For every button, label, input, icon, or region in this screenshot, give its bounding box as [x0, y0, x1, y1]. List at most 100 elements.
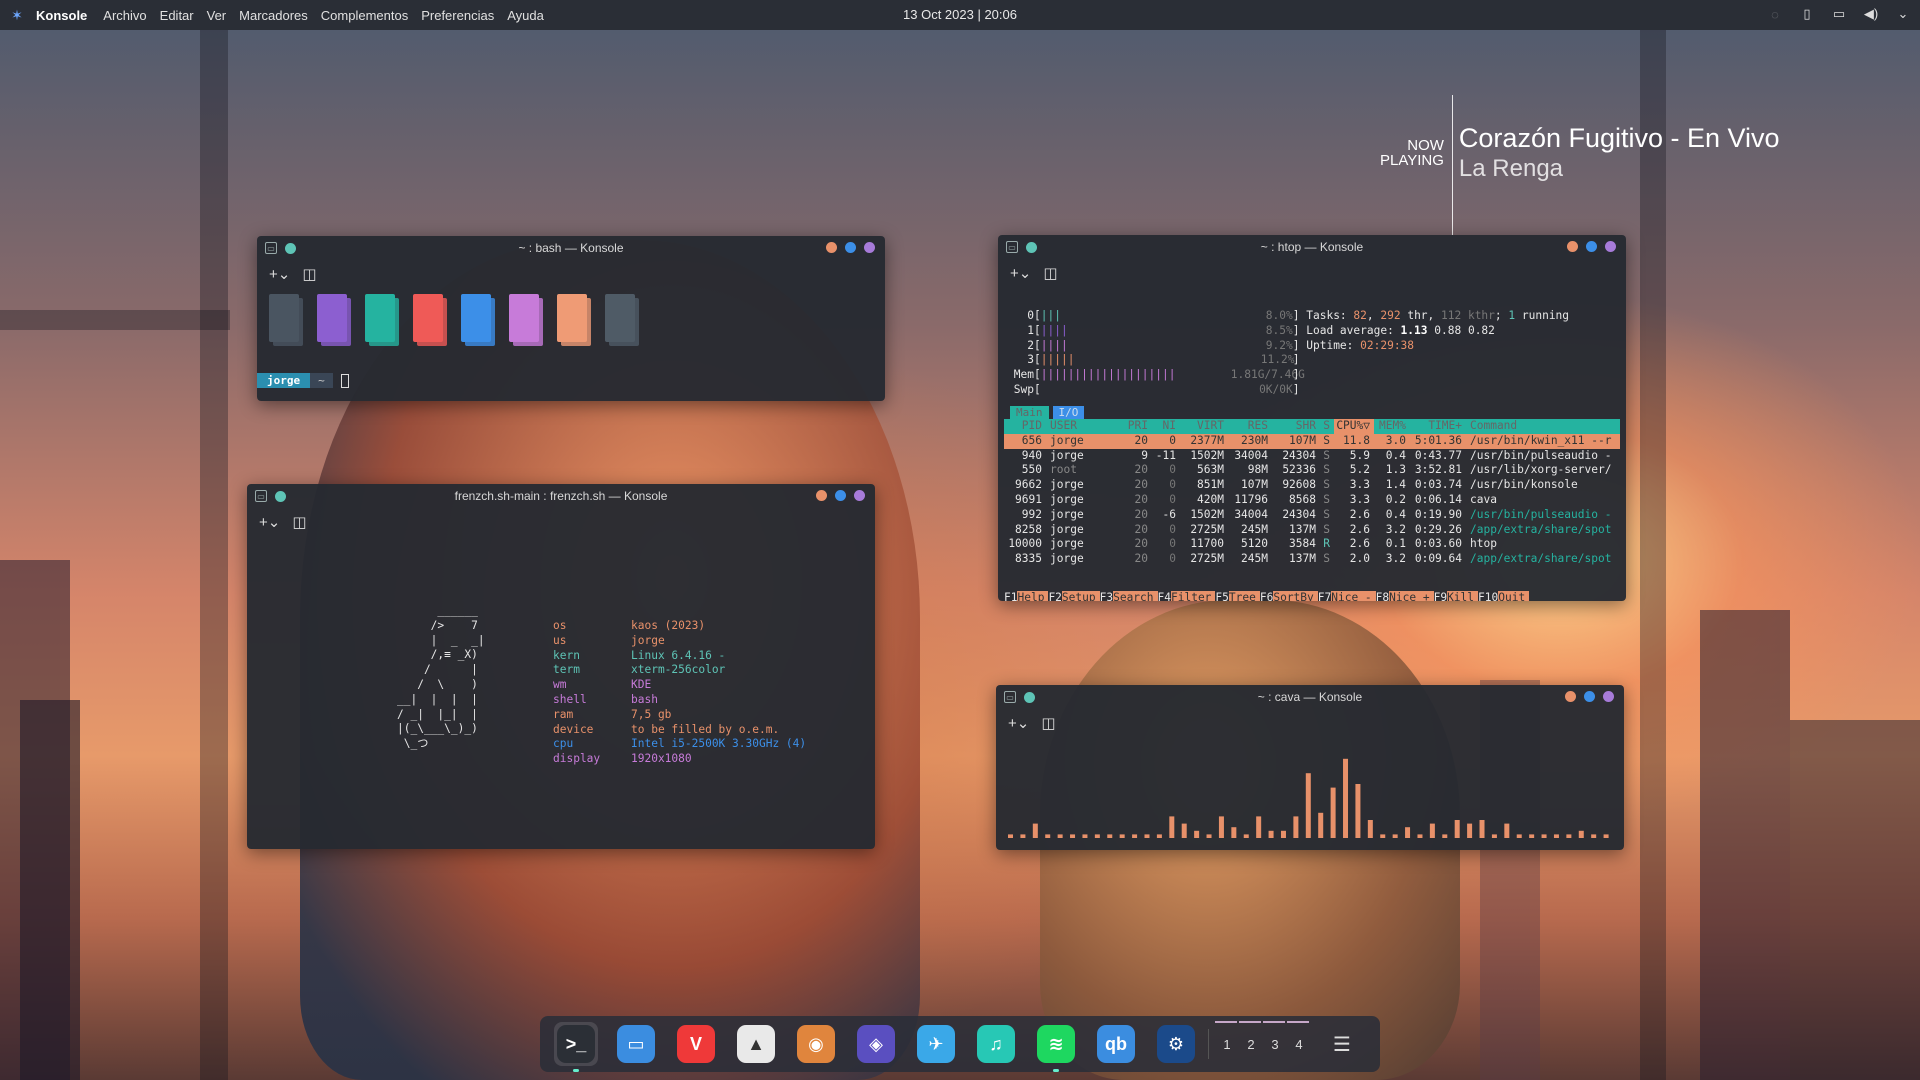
fkey-f6[interactable]: F6SortBy — [1260, 591, 1318, 601]
htop-window[interactable]: ▭ ~ : htop — Konsole +⌄ ◫ 0[||| 8.0%] Tas… — [998, 235, 1626, 601]
clipboard-icon[interactable]: ▯ — [1798, 5, 1816, 23]
network-icon[interactable]: ▭ — [1830, 5, 1848, 23]
window-titlebar[interactable]: ▭ ~ : bash — Konsole — [257, 236, 885, 260]
new-tab-icon[interactable]: +⌄ — [259, 513, 280, 531]
music-launcher[interactable]: ♫ — [974, 1022, 1018, 1066]
window-titlebar[interactable]: ▭ ~ : cava — Konsole — [996, 685, 1624, 709]
menu-complementos[interactable]: Complementos — [321, 8, 408, 23]
minimize-button[interactable] — [1567, 241, 1578, 252]
column-header[interactable]: S — [1320, 419, 1334, 434]
vivaldi-launcher[interactable]: V — [674, 1022, 718, 1066]
app-menu-icon[interactable]: ☰ — [1333, 1032, 1351, 1057]
new-tab-icon[interactable]: +⌄ — [1008, 714, 1029, 732]
column-header[interactable]: PRI — [1116, 419, 1152, 434]
table-row[interactable]: 10000 jorge 20 0 11700 5120 3584 R 2.6 0.1 0:03.60… — [1004, 537, 1620, 552]
tab-main[interactable]: Main — [1010, 406, 1049, 419]
minimize-button[interactable] — [826, 242, 837, 253]
menu-ver[interactable]: Ver — [207, 8, 227, 23]
fkey-f8[interactable]: F8Nice + — [1376, 591, 1434, 601]
column-header[interactable]: TIME+ — [1410, 419, 1466, 434]
inkscape-launcher[interactable]: ▲ — [734, 1022, 778, 1066]
column-header[interactable]: RES — [1228, 419, 1272, 434]
table-row[interactable]: 550 root 20 0 563M 98M 52336 S 5.2 1.3 3:52.81/usr… — [1004, 463, 1620, 478]
vault-icon[interactable]: ◌ — [1766, 5, 1784, 23]
column-header[interactable]: Command — [1466, 419, 1620, 434]
split-view-icon[interactable]: ◫ — [292, 513, 306, 531]
bash-window[interactable]: ▭ ~ : bash — Konsole +⌄ ◫ jorge ~ — [257, 236, 885, 401]
volume-icon[interactable]: ◀) — [1862, 5, 1880, 23]
gimp-launcher[interactable]: ◉ — [794, 1022, 838, 1066]
telegram-launcher[interactable]: ✈ — [914, 1022, 958, 1066]
chevron-down-icon[interactable]: ⌄ — [1894, 5, 1912, 23]
split-view-icon[interactable]: ◫ — [1041, 714, 1055, 732]
kaos-logo-icon[interactable]: ✶ — [8, 6, 26, 24]
privacy-launcher[interactable]: ◈ — [854, 1022, 898, 1066]
workspace-1[interactable]: 1 — [1215, 1020, 1237, 1052]
maximize-button[interactable] — [1584, 691, 1595, 702]
table-row[interactable]: 992 jorge 20 -6 1502M 34004 24304 S 2.6 0.4 0:19.9… — [1004, 508, 1620, 523]
column-header[interactable]: VIRT — [1180, 419, 1228, 434]
qbittorrent-launcher[interactable]: qb — [1094, 1022, 1138, 1066]
visualizer-bar — [1516, 834, 1522, 838]
new-tab-icon[interactable]: +⌄ — [269, 265, 290, 283]
close-button[interactable] — [1603, 691, 1614, 702]
fkey-f9[interactable]: F9Kill — [1434, 591, 1479, 601]
table-cell: 3.3 — [1349, 492, 1370, 506]
table-row[interactable]: 9691 jorge 20 0 420M 11796 8568 S 3.3 0.2 0:06.14 c… — [1004, 493, 1620, 508]
column-header[interactable]: MEM% — [1374, 419, 1410, 434]
column-header[interactable]: USER — [1046, 419, 1116, 434]
menu-editar[interactable]: Editar — [160, 8, 194, 23]
menu-ayuda[interactable]: Ayuda — [507, 8, 544, 23]
minimize-button[interactable] — [1565, 691, 1576, 702]
table-cell: 98M — [1247, 463, 1268, 477]
window-titlebar[interactable]: ▭ ~ : htop — Konsole — [998, 235, 1626, 259]
color-swatch — [317, 294, 351, 346]
table-row[interactable]: 8258 jorge 20 0 2725M 245M 137M S 2.6 3.2 0:29.26 /… — [1004, 523, 1620, 538]
menu-marcadores[interactable]: Marcadores — [239, 8, 308, 23]
minimize-button[interactable] — [816, 490, 827, 501]
new-tab-icon[interactable]: +⌄ — [1010, 264, 1031, 282]
column-header[interactable]: NI — [1152, 419, 1180, 434]
split-view-icon[interactable]: ◫ — [302, 265, 316, 283]
table-row[interactable]: 8335 jorge 20 0 2725M 245M 137M S 2.0 3.2 0:09.64 /… — [1004, 552, 1620, 567]
shell-prompt[interactable]: jorge ~ — [257, 373, 349, 388]
column-header[interactable]: PID — [1004, 419, 1046, 434]
fkey-f1[interactable]: F1Help — [1004, 591, 1049, 601]
column-header[interactable]: CPU%▽ — [1334, 419, 1374, 434]
fkey-f7[interactable]: F7Nice - — [1318, 591, 1376, 601]
fkey-f3[interactable]: F3Search — [1100, 591, 1158, 601]
workspace-3[interactable]: 3 — [1263, 1020, 1285, 1052]
files-launcher[interactable]: ▭ — [614, 1022, 658, 1066]
table-cell: 0:29.26 — [1414, 522, 1462, 536]
steam-launcher[interactable]: ⚙ — [1154, 1022, 1198, 1066]
maximize-button[interactable] — [845, 242, 856, 253]
fkey-f4[interactable]: F4Filter — [1158, 591, 1216, 601]
table-cell: 0 — [1169, 552, 1176, 566]
split-view-icon[interactable]: ◫ — [1043, 264, 1057, 282]
fkey-f10[interactable]: F10Quit — [1478, 591, 1530, 601]
neofetch-window[interactable]: ▭ frenzch.sh-main : frenzch.sh — Konsole… — [247, 484, 875, 849]
table-row[interactable]: 9662 jorge 20 0 851M 107M 92608 S 3.3 1.4 0:03.74 /… — [1004, 478, 1620, 493]
spotify-launcher[interactable]: ≋ — [1034, 1022, 1078, 1072]
table-row[interactable]: 940 jorge 9 -11 1502M 34004 24304 S 5.9 0.4 0:43.7… — [1004, 449, 1620, 464]
menu-archivo[interactable]: Archivo — [103, 8, 146, 23]
window-titlebar[interactable]: ▭ frenzch.sh-main : frenzch.sh — Konsole — [247, 484, 875, 508]
close-button[interactable] — [1605, 241, 1616, 252]
fkey-f5[interactable]: F5Tree — [1215, 591, 1260, 601]
table-cell: S — [1323, 433, 1330, 447]
now-playing-label: NOW PLAYING — [1380, 137, 1444, 169]
tab-io[interactable]: I/O — [1052, 406, 1085, 419]
close-button[interactable] — [864, 242, 875, 253]
table-cell: -6 — [1162, 507, 1176, 521]
cava-window[interactable]: ▭ ~ : cava — Konsole +⌄ ◫ — [996, 685, 1624, 850]
maximize-button[interactable] — [1586, 241, 1597, 252]
menu-preferencias[interactable]: Preferencias — [421, 8, 494, 23]
workspace-2[interactable]: 2 — [1239, 1020, 1261, 1052]
terminal-launcher[interactable]: >_ — [554, 1022, 598, 1072]
fkey-f2[interactable]: F2Setup — [1048, 591, 1100, 601]
maximize-button[interactable] — [835, 490, 846, 501]
table-row[interactable]: 656 jorge 20 0 2377M 230M 107M S 11.8 3.0 5:01.36 /… — [1004, 433, 1620, 449]
column-header[interactable]: SHR — [1272, 419, 1320, 434]
workspace-4[interactable]: 4 — [1287, 1020, 1309, 1052]
close-button[interactable] — [854, 490, 865, 501]
